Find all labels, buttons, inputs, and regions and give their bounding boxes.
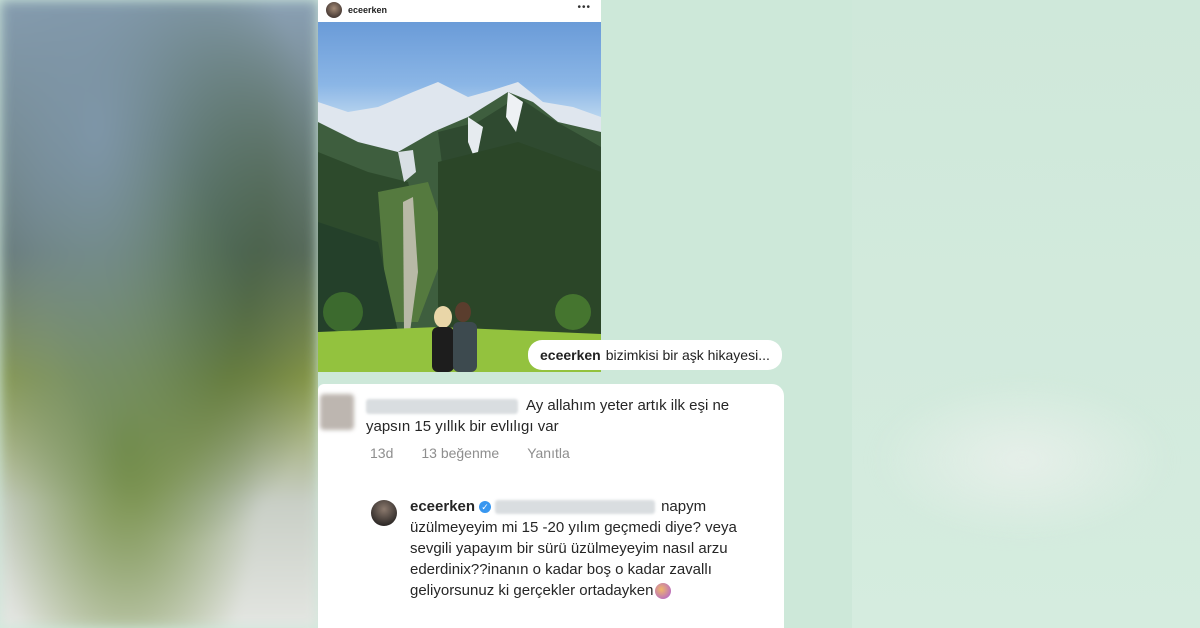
screenshot-collage: eceerken ••• eceerken bizimkisi bir aşk … [318,0,852,628]
caption-bubble: eceerken bizimkisi bir aşk hikayesi... [528,340,782,370]
comment-text: Ay allahım yeter artık ilk eşi ne yapsın… [366,397,730,435]
avatar[interactable] [326,2,342,18]
more-horizontal-icon[interactable]: ••• [577,2,591,13]
comment-meta: 13d 13 beğenme Yanıtla [370,445,570,461]
blurred-background-left [0,0,318,628]
comment-time: 13d [370,445,394,461]
post-username[interactable]: eceerken [348,5,387,15]
mountain-landscape [318,82,601,372]
post-photo [318,22,601,372]
verified-badge-icon: ✓ [479,501,492,514]
avatar[interactable] [320,394,354,430]
background-right [852,0,1200,628]
redacted-mention [495,500,656,515]
caption-username[interactable]: eceerken [540,347,601,363]
crying-face-emoji-icon [655,583,672,600]
avatar[interactable] [371,500,397,526]
instagram-post: eceerken ••• [318,0,601,372]
reply-comment: eceerken ✓ napym üzülmeyeyim mi 15 -20 yıl… [410,496,780,601]
post-header: eceerken ••• [318,0,601,20]
comments-panel: Ay allahım yeter artık ilk eşi ne yapsın… [318,384,784,628]
reply-username[interactable]: eceerken [410,498,475,515]
comment-likes[interactable]: 13 beğenme [421,445,499,461]
caption-text: bizimkisi bir aşk hikayesi... [605,347,770,363]
reply-button[interactable]: Yanıtla [527,445,570,461]
